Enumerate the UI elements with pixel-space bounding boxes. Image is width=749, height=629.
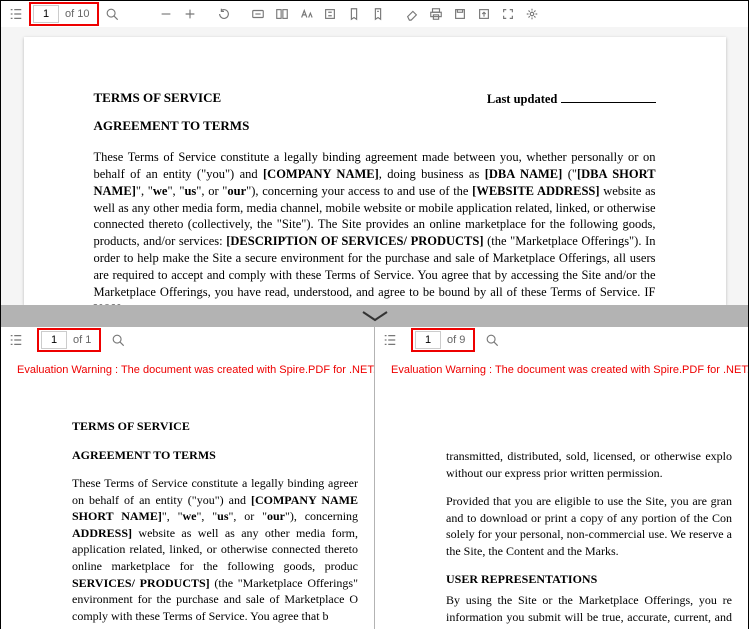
doc-heading-3: USER REPRESENTATIONS <box>446 571 732 588</box>
pdf-page: TERMS OF SERVICE Last updated AGREEMENT … <box>24 37 726 305</box>
right-toolbar: of 9 <box>375 327 748 353</box>
doc-paragraph: transmitted, distributed, sold, licensed… <box>446 448 732 481</box>
evaluation-warning: Evaluation Warning : The document was cr… <box>17 363 358 378</box>
left-document-area[interactable]: Evaluation Warning : The document was cr… <box>1 353 374 629</box>
top-viewer: of 10 TERMS OF SERVICE Last updated AGRE… <box>1 1 748 305</box>
page-nav-highlight: of 10 <box>29 2 99 26</box>
print-icon[interactable] <box>425 3 447 25</box>
fit-width-icon[interactable] <box>247 3 269 25</box>
open-icon[interactable] <box>473 3 495 25</box>
evaluation-warning: Evaluation Warning : The document was cr… <box>391 363 732 378</box>
doc-paragraph: Provided that you are eligible to use th… <box>446 493 732 559</box>
doc-paragraph: By using the Site or the Marketplace Off… <box>446 592 732 629</box>
eraser-icon[interactable] <box>401 3 423 25</box>
search-icon[interactable] <box>481 329 503 351</box>
doc-heading-1: TERMS OF SERVICE <box>72 418 358 435</box>
zoom-in-icon[interactable] <box>179 3 201 25</box>
fullscreen-icon[interactable] <box>497 3 519 25</box>
page-count-label: of 9 <box>441 334 471 346</box>
page-nav-highlight: of 1 <box>37 328 101 352</box>
zoom-out-icon[interactable] <box>155 3 177 25</box>
text-select-icon[interactable] <box>319 3 341 25</box>
two-page-icon[interactable] <box>271 3 293 25</box>
outline-icon[interactable] <box>5 3 27 25</box>
page-nav-highlight: of 9 <box>411 328 475 352</box>
rotate-icon[interactable] <box>213 3 235 25</box>
save-icon[interactable] <box>449 3 471 25</box>
pane-divider[interactable] <box>1 305 748 327</box>
right-document-area[interactable]: Evaluation Warning : The document was cr… <box>375 353 748 629</box>
page-number-input[interactable] <box>415 331 441 349</box>
search-icon[interactable] <box>101 3 123 25</box>
right-viewer: of 9 Evaluation Warning : The document w… <box>374 327 748 629</box>
outline-icon[interactable] <box>5 329 27 351</box>
doc-paragraph: These Terms of Service constitute a lega… <box>94 149 656 305</box>
page-count-label: of 10 <box>59 8 95 20</box>
page-number-input[interactable] <box>41 331 67 349</box>
doc-paragraph: These Terms of Service constitute a lega… <box>72 475 358 624</box>
bookmark-alt-icon[interactable] <box>367 3 389 25</box>
chevron-down-icon <box>357 308 393 324</box>
top-toolbar: of 10 <box>1 1 748 27</box>
text-size-icon[interactable] <box>295 3 317 25</box>
page-count-label: of 1 <box>67 334 97 346</box>
bottom-wrap: of 1 Evaluation Warning : The document w… <box>1 327 748 629</box>
doc-heading-2: AGREEMENT TO TERMS <box>94 117 656 135</box>
page-number-input[interactable] <box>33 5 59 23</box>
settings-icon[interactable] <box>521 3 543 25</box>
top-document-area[interactable]: TERMS OF SERVICE Last updated AGREEMENT … <box>1 27 748 305</box>
doc-heading-2: AGREEMENT TO TERMS <box>72 447 358 464</box>
bookmark-icon[interactable] <box>343 3 365 25</box>
outline-icon[interactable] <box>379 329 401 351</box>
left-viewer: of 1 Evaluation Warning : The document w… <box>1 327 374 629</box>
search-icon[interactable] <box>107 329 129 351</box>
left-toolbar: of 1 <box>1 327 374 353</box>
